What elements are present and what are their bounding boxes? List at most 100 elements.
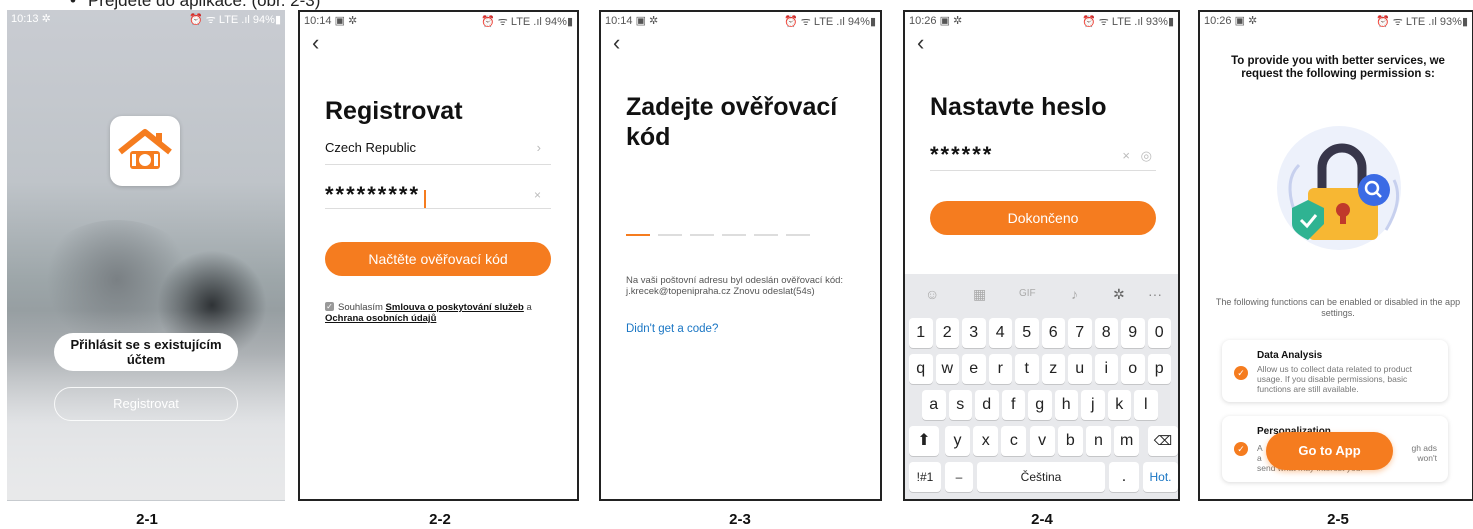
key-e[interactable]: e [962,354,986,384]
gif-icon[interactable]: GIF [1019,288,1036,299]
gear-icon[interactable]: ✲ [1113,286,1125,303]
sticker-icon[interactable]: ▦ [973,286,986,303]
key-w[interactable]: w [935,354,959,384]
emoji-icon[interactable]: ☺ [925,286,939,302]
check-icon[interactable]: ✓ [1234,442,1248,456]
chevron-right-icon: › [536,140,541,155]
key-u[interactable]: u [1068,354,1092,384]
terms-link[interactable]: Smlouva o poskytování služeb [386,302,524,313]
status-bar: 10:13 ✲ ⏰ ᯤ LTE .ıl 94%▮ [7,10,285,28]
key-8[interactable]: 8 [1094,318,1118,348]
text-cursor [424,189,427,208]
key-0[interactable]: 0 [1147,318,1171,348]
privacy-link[interactable]: Ochrana osobních údajů [325,313,436,324]
figure-label: 2-1 [136,511,158,528]
letter-row-2: asdfghjkl [909,390,1174,420]
symbols-key[interactable]: !#1 [909,462,941,492]
key-7[interactable]: 7 [1068,318,1092,348]
key-p[interactable]: p [1147,354,1171,384]
key-j[interactable]: j [1081,390,1105,420]
security-lock-illustration-icon [1277,126,1401,250]
status-icons: ⏰ ᯤ LTE .ıl 94%▮ [784,16,876,28]
microphone-icon[interactable]: ♪ [1071,286,1078,302]
period-key[interactable]: . [1109,462,1139,492]
key-s[interactable]: s [948,390,972,420]
key-c[interactable]: c [1001,426,1027,456]
back-icon[interactable]: ‹ [312,32,319,54]
didnt-get-code-link[interactable]: Didn't get a code? [626,323,718,335]
consent-text: ✓ Souhlasím Smlouva o poskytování služeb … [325,302,532,324]
code-digit-slot[interactable] [690,234,714,236]
key-t[interactable]: t [1015,354,1039,384]
key-2[interactable]: 2 [935,318,959,348]
screen-verification: 10:14 ▣ ✲ ⏰ ᯤ LTE .ıl 94%▮ ‹ Zadejte ově… [599,10,882,501]
key-n[interactable]: n [1086,426,1111,456]
code-digit-slot[interactable] [658,234,682,236]
clear-icon[interactable]: × [1122,148,1130,163]
key-v[interactable]: v [1029,426,1055,456]
back-icon[interactable]: ‹ [917,32,924,54]
eye-icon[interactable]: ◎ [1141,148,1152,164]
permission-card-data-analysis[interactable]: ✓ Data Analysis Allow us to collect data… [1222,340,1448,402]
key-f[interactable]: f [1001,390,1025,420]
key-m[interactable]: m [1114,426,1140,456]
key-y[interactable]: y [945,426,970,456]
back-icon[interactable]: ‹ [613,32,620,54]
key-6[interactable]: 6 [1041,318,1065,348]
key-g[interactable]: g [1028,390,1052,420]
consent-checkbox[interactable]: ✓ [325,302,334,311]
backspace-key[interactable]: ⌫ [1148,426,1178,456]
key-l[interactable]: l [1134,390,1158,420]
key-3[interactable]: 3 [962,318,986,348]
login-existing-account-button[interactable]: Přihlásit se s existujícím účtem [54,333,238,371]
page-title: Zadejte ověřovací kód [626,93,838,151]
code-digit-slot[interactable] [754,234,778,236]
status-icons: ⏰ ᯤ LTE .ıl 94%▮ [481,16,573,28]
key-r[interactable]: r [988,354,1012,384]
key-o[interactable]: o [1121,354,1145,384]
password-input[interactable]: ****** × ◎ [930,142,1156,171]
page-title: Registrovat [325,97,463,125]
key-5[interactable]: 5 [1015,318,1039,348]
key-x[interactable]: x [973,426,999,456]
check-icon[interactable]: ✓ [1234,366,1248,380]
more-icon[interactable]: ··· [1148,286,1162,302]
status-time: 10:13 ✲ [11,13,51,25]
go-to-app-button[interactable]: Go to App [1266,432,1393,470]
shift-key[interactable]: ⬆ [909,426,939,456]
key-d[interactable]: d [975,390,999,420]
key-z[interactable]: z [1041,354,1065,384]
key-4[interactable]: 4 [988,318,1012,348]
register-button[interactable]: Registrovat [54,387,238,421]
clear-icon[interactable]: × [534,188,541,202]
key-h[interactable]: h [1054,390,1078,420]
space-key[interactable]: Čeština [977,462,1105,492]
code-digit-slot[interactable] [626,234,650,236]
key-b[interactable]: b [1057,426,1083,456]
key-q[interactable]: q [909,354,933,384]
key-9[interactable]: 9 [1121,318,1145,348]
number-row: 1234567890 [909,318,1174,348]
key-i[interactable]: i [1094,354,1118,384]
key-a[interactable]: a [922,390,946,420]
status-time: 10:26 ▣ ✲ [1204,15,1258,27]
figure-label: 2-5 [1327,511,1349,528]
done-button[interactable]: Dokončeno [930,201,1156,235]
screen-welcome: 10:13 ✲ ⏰ ᯤ LTE .ıl 94%▮ Přihlásit se s … [7,10,285,501]
figure-label: 2-3 [729,511,751,528]
dash-key[interactable]: – [945,462,973,492]
code-digit-slot[interactable] [722,234,746,236]
key-1[interactable]: 1 [909,318,933,348]
hot-key[interactable]: Hot. [1143,462,1178,492]
code-digit-slot[interactable] [786,234,810,236]
permission-description: Allow us to collect data related to prod… [1257,364,1412,394]
password-mask: ****** [930,142,994,167]
get-verification-code-button[interactable]: Načtěte ověřovací kód [325,242,551,276]
status-bar: 10:14 ▣ ✲ ⏰ ᯤ LTE .ıl 94%▮ [601,12,880,30]
country-selector[interactable]: Czech Republic › [325,140,551,165]
password-input[interactable]: ********* × [325,182,551,209]
status-time: 10:26 ▣ ✲ [909,15,963,27]
status-bar: 10:26 ▣ ✲ ⏰ ᯤ LTE .ıl 93%▮ [905,12,1178,30]
status-bar: 10:26 ▣ ✲ ⏰ ᯤ LTE .ıl 93%▮ [1200,12,1472,30]
key-k[interactable]: k [1107,390,1131,420]
